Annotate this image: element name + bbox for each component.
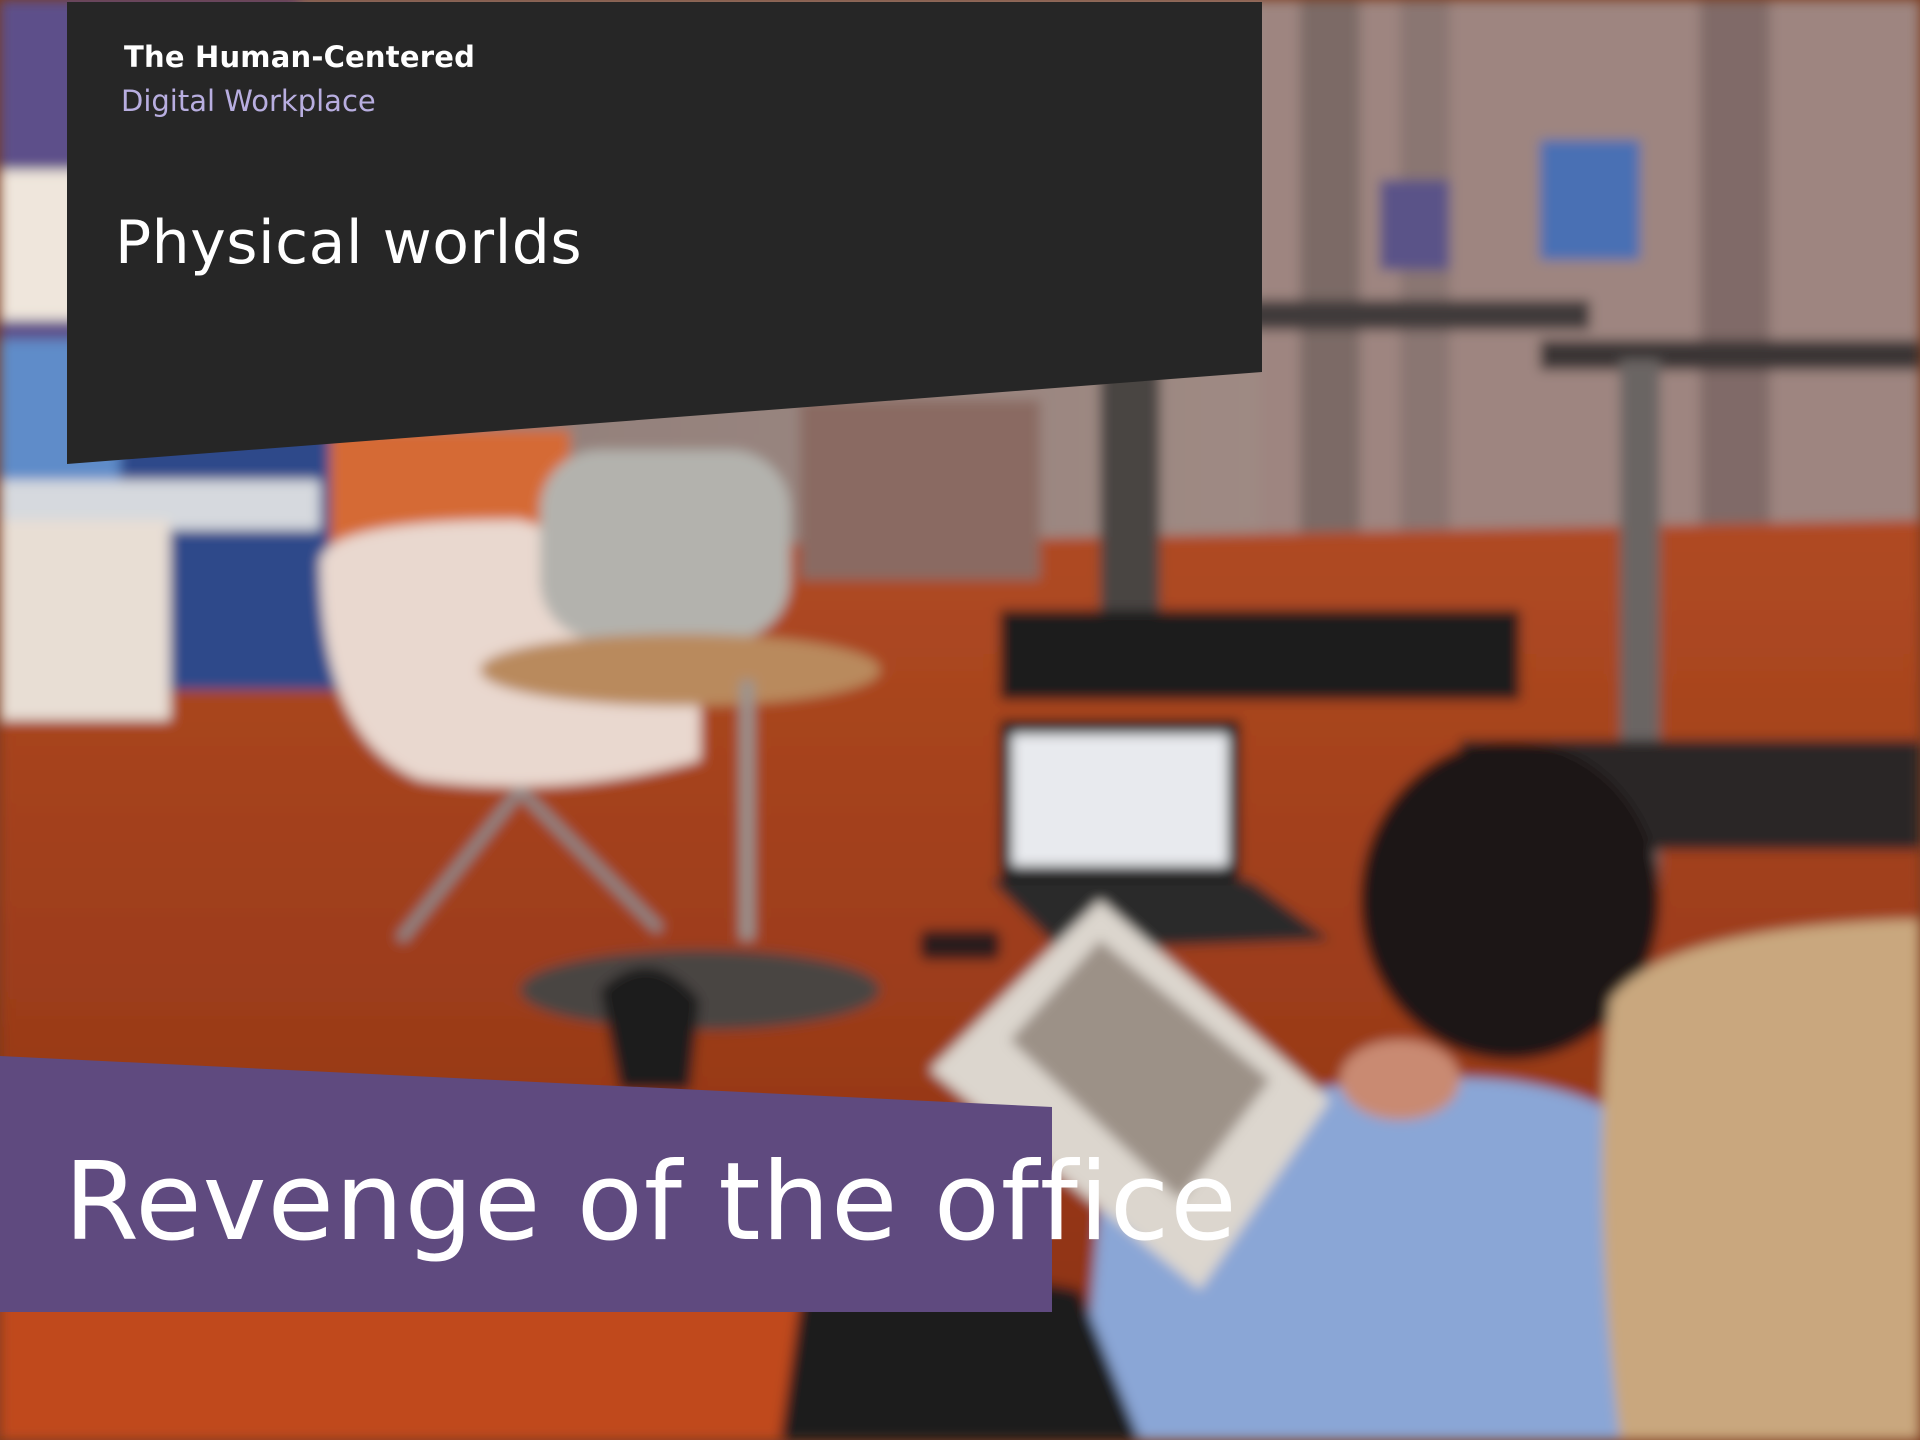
brand-title: The Human-Centered bbox=[124, 40, 476, 74]
brand-subtitle: Digital Workplace bbox=[121, 84, 376, 118]
slide-title: Revenge of the office bbox=[64, 1140, 1238, 1265]
section-title: Physical worlds bbox=[115, 208, 583, 278]
